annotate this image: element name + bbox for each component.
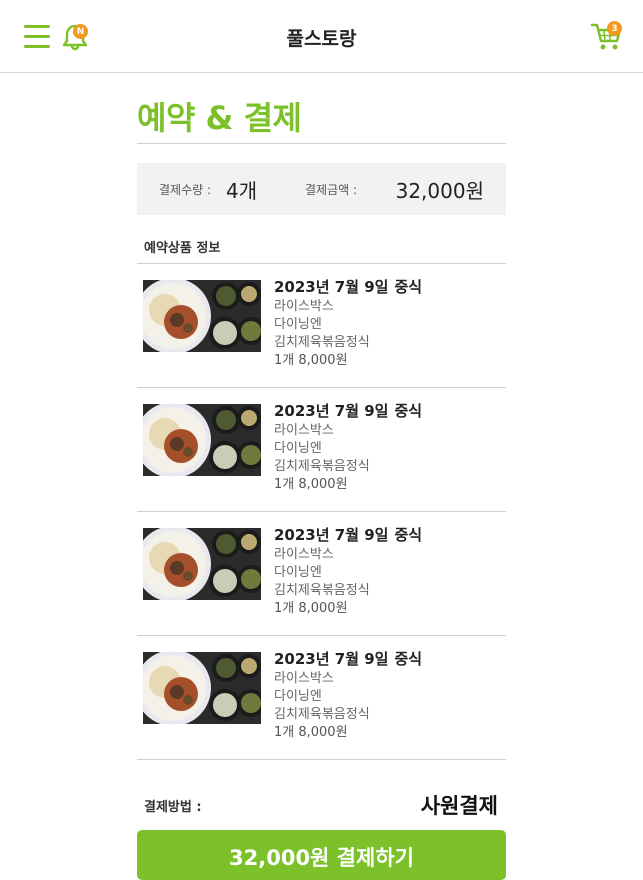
food-photo — [143, 280, 261, 352]
item-date: 2023년 7월 9일 — [274, 278, 389, 296]
section-label: 예약상품 정보 — [137, 237, 506, 264]
food-photo — [143, 652, 261, 724]
food-photo — [143, 404, 261, 476]
cart-count-badge: 3 — [607, 21, 622, 36]
item-date-line: 2023년 7월 9일 중식 — [274, 526, 422, 544]
item-qty-price: 1개 8,000원 — [274, 725, 348, 740]
item-menu: 김치제육볶음정식 — [274, 583, 370, 598]
main-content: 예약 & 결제 결제수량 : 4개 결제금액 : 32,000원 예약상품 정보 — [137, 73, 506, 830]
item-menu: 김치제육볶음정식 — [274, 707, 370, 722]
page-title: 예약 & 결제 — [137, 99, 302, 137]
item-brand: 라이스박스 — [274, 671, 334, 686]
item-qty-price: 1개 8,000원 — [274, 477, 348, 492]
item-date: 2023년 7월 9일 — [274, 650, 389, 668]
item-brand: 라이스박스 — [274, 423, 334, 438]
item-place: 다이닝엔 — [274, 689, 322, 704]
item-category: 중식 — [394, 650, 423, 668]
payment-method-label: 결제방법 : — [144, 800, 202, 815]
item-date: 2023년 7월 9일 — [274, 402, 389, 420]
item-menu: 김치제육볶음정식 — [274, 335, 370, 350]
item-date-line: 2023년 7월 9일 중식 — [274, 402, 422, 420]
item-place: 다이닝엔 — [274, 441, 322, 456]
list-item[interactable]: 2023년 7월 9일 중식 라이스박스 다이닝엔 김치제육볶음정식 1개 8,0… — [137, 636, 506, 760]
list-item[interactable]: 2023년 7월 9일 중식 라이스박스 다이닝엔 김치제육볶음정식 1개 8,0… — [137, 388, 506, 512]
app-title: 풀스토랑 — [286, 28, 357, 50]
item-category: 중식 — [394, 402, 423, 420]
item-place: 다이닝엔 — [274, 317, 322, 332]
food-photo — [143, 528, 261, 600]
item-category: 중식 — [394, 278, 423, 296]
amount-label: 결제금액 : — [305, 183, 358, 197]
payment-method-value[interactable]: 사원결제 — [421, 790, 498, 820]
quantity-value: 4개 — [226, 179, 258, 203]
item-qty-price: 1개 8,000원 — [274, 353, 348, 368]
amount-value: 32,000원 — [395, 179, 484, 203]
app-header: N 풀스토랑 3 — [0, 0, 643, 73]
list-item[interactable]: 2023년 7월 9일 중식 라이스박스 다이닝엔 김치제육볶음정식 1개 8,0… — [137, 512, 506, 636]
item-qty-price: 1개 8,000원 — [274, 601, 348, 616]
item-date-line: 2023년 7월 9일 중식 — [274, 278, 422, 296]
item-menu: 김치제육볶음정식 — [274, 459, 370, 474]
list-item[interactable]: 2023년 7월 9일 중식 라이스박스 다이닝엔 김치제육볶음정식 1개 8,0… — [137, 264, 506, 388]
item-brand: 라이스박스 — [274, 547, 334, 562]
quantity-label: 결제수량 : — [159, 183, 212, 197]
item-brand: 라이스박스 — [274, 299, 334, 314]
item-category: 중식 — [394, 526, 423, 544]
reservation-item-list: 2023년 7월 9일 중식 라이스박스 다이닝엔 김치제육볶음정식 1개 8,0… — [137, 264, 506, 760]
pay-button[interactable]: 32,000원 결제하기 — [137, 830, 506, 880]
payment-method-row: 결제방법 : 사원결제 — [137, 760, 506, 830]
order-summary: 결제수량 : 4개 결제금액 : 32,000원 — [137, 163, 506, 215]
item-date: 2023년 7월 9일 — [274, 526, 389, 544]
item-date-line: 2023년 7월 9일 중식 — [274, 650, 422, 668]
title-divider — [137, 143, 506, 144]
item-place: 다이닝엔 — [274, 565, 322, 580]
